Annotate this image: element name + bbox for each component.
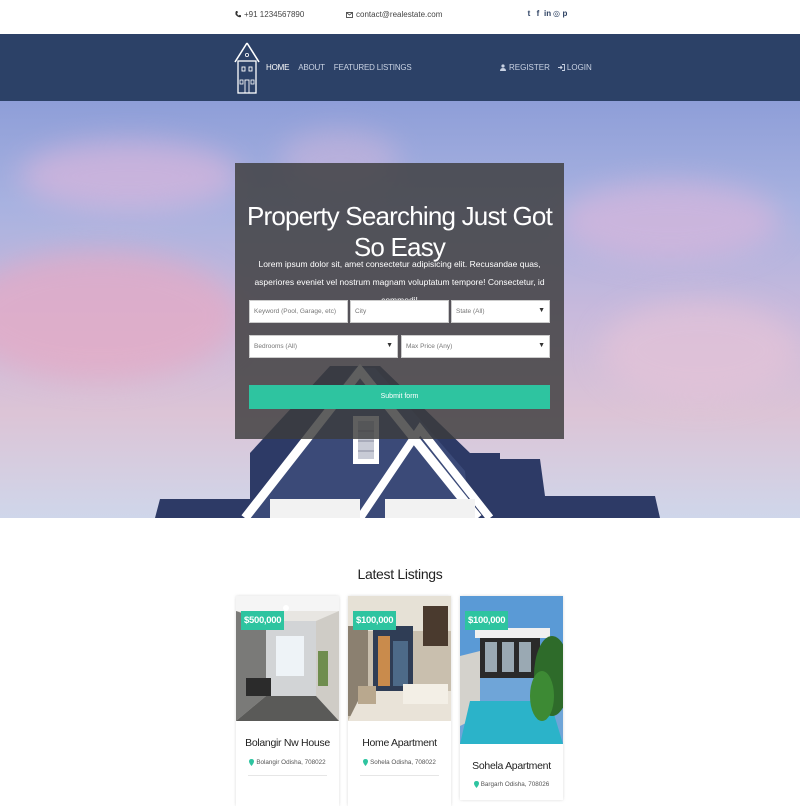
caret-down-icon: ▼ <box>538 307 545 314</box>
register-link[interactable]: REGISTER <box>500 63 550 72</box>
register-label: REGISTER <box>509 63 550 72</box>
latest-listings-title: Latest Listings <box>357 566 443 582</box>
search-panel: Property Searching Just Got So Easy Lore… <box>235 163 564 439</box>
map-marker-icon <box>363 759 369 766</box>
state-select[interactable]: State (All) ▼ <box>451 300 550 323</box>
user-plus-icon <box>500 64 506 71</box>
nav-featured-listings[interactable]: FEATURED LISTINGS <box>334 63 412 72</box>
max-price-select[interactable]: Max Price (Any) ▼ <box>401 335 550 358</box>
pinterest-icon[interactable]: p <box>562 9 568 19</box>
login-link[interactable]: LOGIN <box>557 63 592 72</box>
phone-contact[interactable]: +91 1234567890 <box>235 10 304 19</box>
price-badge: $500,000 <box>241 611 285 630</box>
card-divider <box>360 775 439 776</box>
instagram-icon[interactable]: ◎ <box>553 9 560 19</box>
nav-home[interactable]: HOME <box>266 63 289 72</box>
listing-name[interactable]: Home Apartment <box>348 737 451 749</box>
city-input[interactable]: City <box>350 300 449 323</box>
linkedin-icon[interactable]: in <box>544 9 551 19</box>
bedrooms-value: Bedrooms (All) <box>254 343 297 350</box>
map-marker-icon <box>249 759 255 766</box>
listing-card[interactable]: $500,000 Bolangir Nw House Bolangir Odis… <box>236 596 339 806</box>
email-contact[interactable]: contact@realestate.com <box>346 10 442 19</box>
listing-card[interactable]: $100,000 Home Apartment Sohela Odisha, 7… <box>348 596 451 806</box>
listing-location: Sohela Odisha, 708022 <box>348 759 451 766</box>
email-address: contact@realestate.com <box>356 10 443 19</box>
phone-icon <box>235 11 241 18</box>
nav-about[interactable]: ABOUT <box>298 63 325 72</box>
house-logo-icon[interactable] <box>234 42 260 94</box>
listing-name[interactable]: Bolangir Nw House <box>236 737 339 749</box>
location-text: Sohela Odisha, 708022 <box>370 759 436 766</box>
max-price-value: Max Price (Any) <box>406 343 453 350</box>
location-text: Bolangir Odisha, 708022 <box>256 759 326 766</box>
keyword-placeholder: Keyword (Pool, Garage, etc) <box>254 308 337 315</box>
price-badge: $100,000 <box>465 611 509 630</box>
caret-down-icon: ▼ <box>538 342 545 349</box>
state-value: State (All) <box>456 308 485 315</box>
location-text: Bargarh Odisha, 708026 <box>480 781 550 788</box>
facebook-icon[interactable]: f <box>535 9 541 19</box>
nav-links: HOME ABOUT FEATURED LISTINGS <box>266 63 412 72</box>
price-badge: $100,000 <box>353 611 397 630</box>
search-title: Property Searching Just Got So Easy <box>247 201 553 262</box>
submit-button[interactable]: Submit form <box>249 385 550 409</box>
keyword-input[interactable]: Keyword (Pool, Garage, etc) <box>249 300 348 323</box>
nav-account: REGISTER LOGIN <box>500 63 592 72</box>
twitter-icon[interactable]: t <box>526 9 532 19</box>
bedrooms-select[interactable]: Bedrooms (All) ▼ <box>249 335 398 358</box>
card-divider <box>248 775 327 776</box>
login-label: LOGIN <box>566 63 592 72</box>
top-bar: +91 1234567890 contact@realestate.com t … <box>0 0 800 34</box>
listing-location: Bolangir Odisha, 708022 <box>236 759 339 766</box>
map-marker-icon <box>473 781 479 788</box>
caret-down-icon: ▼ <box>386 342 393 349</box>
phone-number: +91 1234567890 <box>244 10 305 19</box>
social-links: t f in ◎ p <box>526 9 568 19</box>
listing-name[interactable]: Sohela Apartment <box>460 760 563 772</box>
listing-location: Bargarh Odisha, 708026 <box>460 781 563 788</box>
listing-card[interactable]: $100,000 Sohela Apartment Bargarh Odisha… <box>460 596 563 800</box>
envelope-icon <box>346 12 353 18</box>
sign-in-icon <box>557 64 565 71</box>
city-placeholder: City <box>355 308 367 315</box>
